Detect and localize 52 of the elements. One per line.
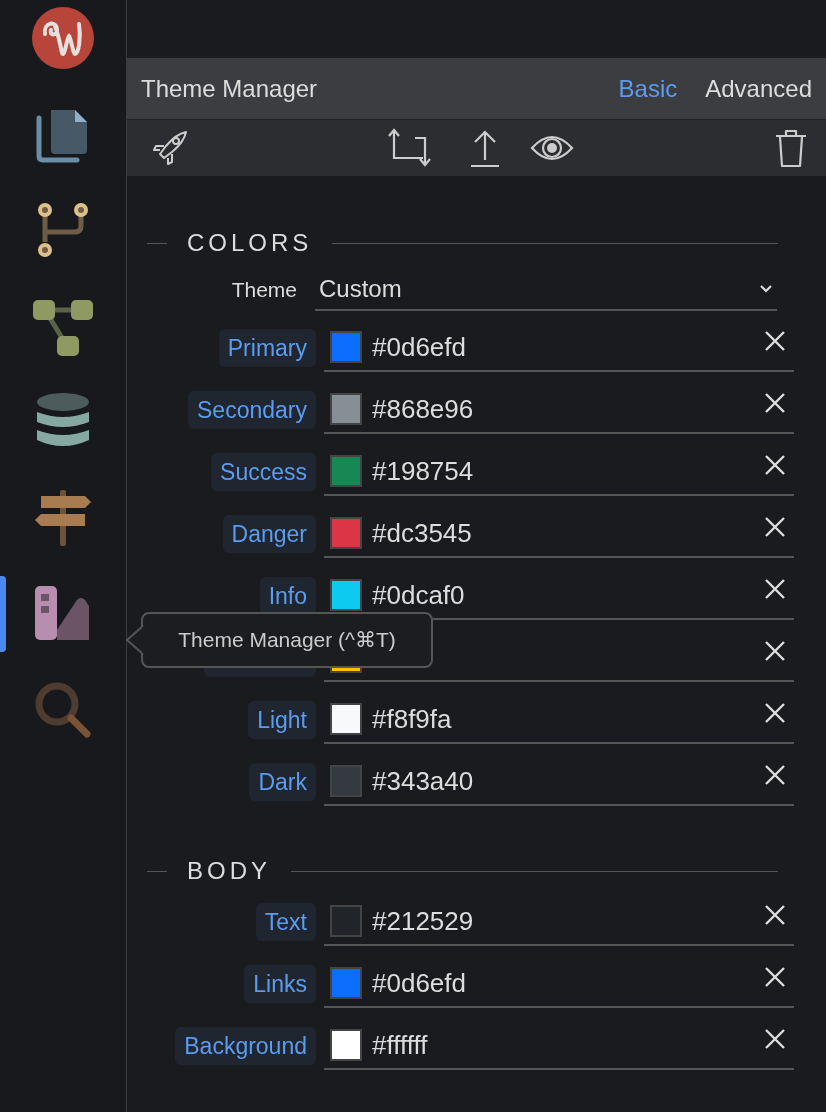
color-swatch[interactable] [330,331,362,363]
color-label: Secondary [188,391,316,429]
close-icon[interactable] [764,640,786,662]
tab[interactable]: Basic [618,70,678,107]
color-swatch[interactable] [330,393,362,425]
tab[interactable]: Advanced [705,70,812,107]
close-icon[interactable] [764,330,786,352]
section-heading: COLORS [187,228,313,258]
color-swatch[interactable] [330,455,362,487]
swap-icon[interactable] [385,128,431,168]
color-label: Dark [249,763,316,801]
color-value[interactable]: #343a40 [372,761,474,801]
close-icon[interactable] [764,702,786,724]
color-swatch[interactable] [330,579,362,611]
color-label: Primary [218,329,316,367]
color-value[interactable]: #212529 [372,901,474,941]
close-icon[interactable] [764,1028,786,1050]
close-icon[interactable] [764,966,786,988]
panel-title: Theme Manager [141,73,318,104]
close-icon[interactable] [764,454,786,476]
color-swatch[interactable] [330,967,362,999]
color-swatch[interactable] [330,703,362,735]
color-label: Light [248,701,316,739]
color-value[interactable]: #868e96 [372,389,474,429]
color-value[interactable]: #0d6efd [372,963,466,1003]
chevron-icon [759,284,773,294]
color-label: Info [259,577,316,615]
field-label: Theme [230,277,298,304]
color-value[interactable]: #0d6efd [372,327,466,367]
color-value[interactable]: #dc3545 [372,513,472,553]
color-value[interactable]: #0dcaf0 [372,575,465,615]
color-value[interactable]: #198754 [372,451,474,491]
color-label: Links [244,965,316,1003]
color-value[interactable]: #f8f9fa [372,699,452,739]
color-value[interactable]: #ffffff [372,1025,428,1065]
close-icon[interactable] [764,764,786,786]
theme-dropdown[interactable]: Custom [315,269,777,311]
color-label: Background [175,1027,316,1065]
tooltip-text: Theme Manager (^⌘T) [178,627,396,654]
color-swatch[interactable] [330,765,362,797]
color-label: Danger [222,515,316,553]
close-icon[interactable] [764,904,786,926]
close-icon[interactable] [764,392,786,414]
color-swatch[interactable] [330,517,362,549]
color-swatch[interactable] [330,1029,362,1061]
close-icon[interactable] [764,578,786,600]
logo-icon[interactable] [31,6,95,70]
section-heading: BODY [187,856,271,886]
close-icon[interactable] [764,516,786,538]
color-label: Text [255,903,316,941]
color-swatch[interactable] [330,905,362,937]
color-label: Success [211,453,316,491]
